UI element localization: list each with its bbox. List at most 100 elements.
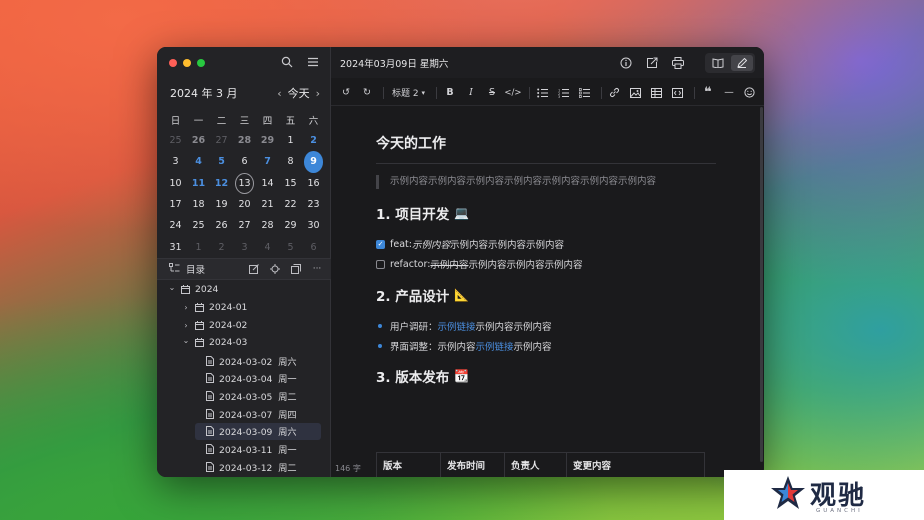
zoom-window-button[interactable] — [197, 59, 205, 67]
tree-item[interactable]: › 2024-01 — [157, 299, 331, 317]
calendar-day[interactable]: 25 — [187, 215, 210, 236]
chevron-down-icon[interactable]: ⌄ — [167, 283, 177, 292]
checkbox-checked[interactable]: ✓ — [376, 239, 385, 249]
calendar-day[interactable]: 1 — [279, 130, 302, 151]
calendar-day[interactable]: 2 — [302, 130, 325, 151]
export-icon[interactable] — [645, 56, 659, 70]
tree-item[interactable]: 2024-03-07 周四 — [157, 405, 331, 423]
code-block-icon[interactable] — [669, 85, 687, 101]
calendar-day[interactable]: 17 — [164, 194, 187, 215]
close-window-button[interactable] — [169, 59, 177, 67]
italic-icon[interactable]: I — [462, 85, 480, 101]
chevron-right-icon[interactable]: › — [181, 321, 191, 330]
tree-item[interactable]: ⌄ 2024-03 — [157, 334, 331, 352]
calendar-day[interactable]: 13 — [233, 172, 256, 194]
chevron-right-icon[interactable]: › — [181, 303, 191, 312]
calendar-day[interactable]: 29 — [256, 130, 279, 151]
calendar-day[interactable]: 1 — [187, 236, 210, 257]
calendar-day[interactable]: 27 — [210, 130, 233, 151]
image-icon[interactable] — [627, 85, 645, 101]
file-icon — [204, 408, 215, 419]
calendar-day[interactable]: 2 — [210, 236, 233, 257]
quote-icon[interactable]: ❝ — [699, 85, 717, 101]
bold-icon[interactable]: B — [441, 85, 459, 101]
list-item-label: 界面调整：示例内容 — [390, 342, 476, 353]
calendar-day[interactable]: 29 — [279, 215, 302, 236]
table-icon[interactable] — [648, 85, 666, 101]
locate-icon[interactable] — [269, 263, 281, 275]
edit-mode-icon[interactable] — [731, 55, 753, 71]
calendar-day[interactable]: 8 — [279, 151, 302, 172]
calendar-day[interactable]: 14 — [256, 173, 279, 194]
tree-item[interactable]: 2024-03-09 周六 — [195, 422, 321, 441]
heading-select[interactable]: 标题 2 ▾ — [388, 85, 429, 101]
calendar-day[interactable]: 23 — [302, 194, 325, 215]
calendar-day[interactable]: 27 — [233, 215, 256, 236]
bullet-list-icon[interactable] — [534, 85, 552, 101]
tree-item[interactable]: ⌄ 2024 — [157, 281, 331, 299]
calendar-day[interactable]: 15 — [279, 173, 302, 194]
link-icon[interactable] — [606, 85, 624, 101]
editor-scrollbar[interactable] — [760, 107, 763, 462]
calendar-day[interactable]: 26 — [210, 215, 233, 236]
inline-code-icon[interactable]: </> — [504, 85, 522, 101]
tree-item[interactable]: › 2024-02 — [157, 316, 331, 334]
chevron-right-icon[interactable]: › — [316, 87, 320, 100]
calendar-day[interactable]: 6 — [233, 151, 256, 172]
calendar-day[interactable]: 25 — [164, 130, 187, 151]
calendar-day[interactable]: 16 — [302, 173, 325, 194]
calendar-day[interactable]: 31 — [164, 236, 187, 257]
new-note-icon[interactable] — [248, 263, 260, 275]
ordered-list-icon[interactable]: 123 — [555, 85, 573, 101]
redo-icon[interactable]: ↻ — [358, 85, 376, 101]
collapse-all-icon[interactable] — [290, 263, 302, 275]
calendar-day[interactable]: 3 — [233, 236, 256, 257]
calendar-day[interactable]: 18 — [187, 194, 210, 215]
checkbox-unchecked[interactable] — [376, 259, 385, 269]
info-icon[interactable] — [619, 56, 633, 70]
toc-header: 目录 ··· — [157, 258, 331, 280]
menu-icon[interactable] — [306, 55, 320, 69]
calendar-day[interactable]: 12 — [210, 173, 233, 194]
calendar-day[interactable]: 4 — [187, 151, 210, 172]
star-logo-icon — [771, 476, 805, 509]
more-icon[interactable]: ··· — [311, 263, 323, 275]
search-icon[interactable] — [280, 55, 294, 69]
tree-item[interactable]: 2024-03-11 周一 — [157, 440, 331, 458]
calendar-day[interactable]: 4 — [256, 236, 279, 257]
example-link[interactable]: 示例链接 — [476, 339, 514, 353]
tree-item[interactable]: 2024-03-02 周六 — [157, 352, 331, 370]
calendar-day[interactable]: 22 — [279, 194, 302, 215]
calendar-day[interactable]: 26 — [187, 130, 210, 151]
print-icon[interactable] — [671, 56, 685, 70]
horizontal-rule-icon[interactable]: — — [720, 85, 738, 101]
calendar-day[interactable]: 28 — [256, 215, 279, 236]
undo-icon[interactable]: ↺ — [337, 85, 355, 101]
calendar-day[interactable]: 5 — [210, 151, 233, 172]
calendar-day[interactable]: 10 — [164, 173, 187, 194]
calendar-day[interactable]: 6 — [302, 236, 325, 257]
calendar-day[interactable]: 28 — [233, 130, 256, 151]
example-link[interactable]: 示例链接 — [438, 319, 476, 333]
calendar-day[interactable]: 30 — [302, 215, 325, 236]
calendar-day[interactable]: 7 — [256, 151, 279, 172]
chevron-down-icon[interactable]: ⌄ — [181, 336, 191, 345]
task-list-icon[interactable] — [576, 85, 594, 101]
strikethrough-icon[interactable]: S — [483, 85, 501, 101]
calendar-day[interactable]: 3 — [164, 151, 187, 172]
calendar-day[interactable]: 21 — [256, 194, 279, 215]
calendar-day[interactable]: 9 — [302, 151, 325, 173]
today-button[interactable]: 今天 — [288, 85, 310, 101]
minimize-window-button[interactable] — [183, 59, 191, 67]
reading-mode-icon[interactable] — [707, 55, 729, 71]
tree-item[interactable]: 2024-03-05 周二 — [157, 387, 331, 405]
calendar-day[interactable]: 19 — [210, 194, 233, 215]
calendar-day[interactable]: 11 — [187, 173, 210, 194]
chevron-left-icon[interactable]: ‹ — [277, 87, 281, 100]
emoji-icon[interactable] — [741, 85, 759, 101]
tree-item[interactable]: 2024-03-12 周二 — [157, 458, 331, 476]
calendar-day[interactable]: 24 — [164, 215, 187, 236]
calendar-day[interactable]: 5 — [279, 236, 302, 257]
calendar-day[interactable]: 20 — [233, 194, 256, 215]
tree-item[interactable]: 2024-03-04 周一 — [157, 369, 331, 387]
